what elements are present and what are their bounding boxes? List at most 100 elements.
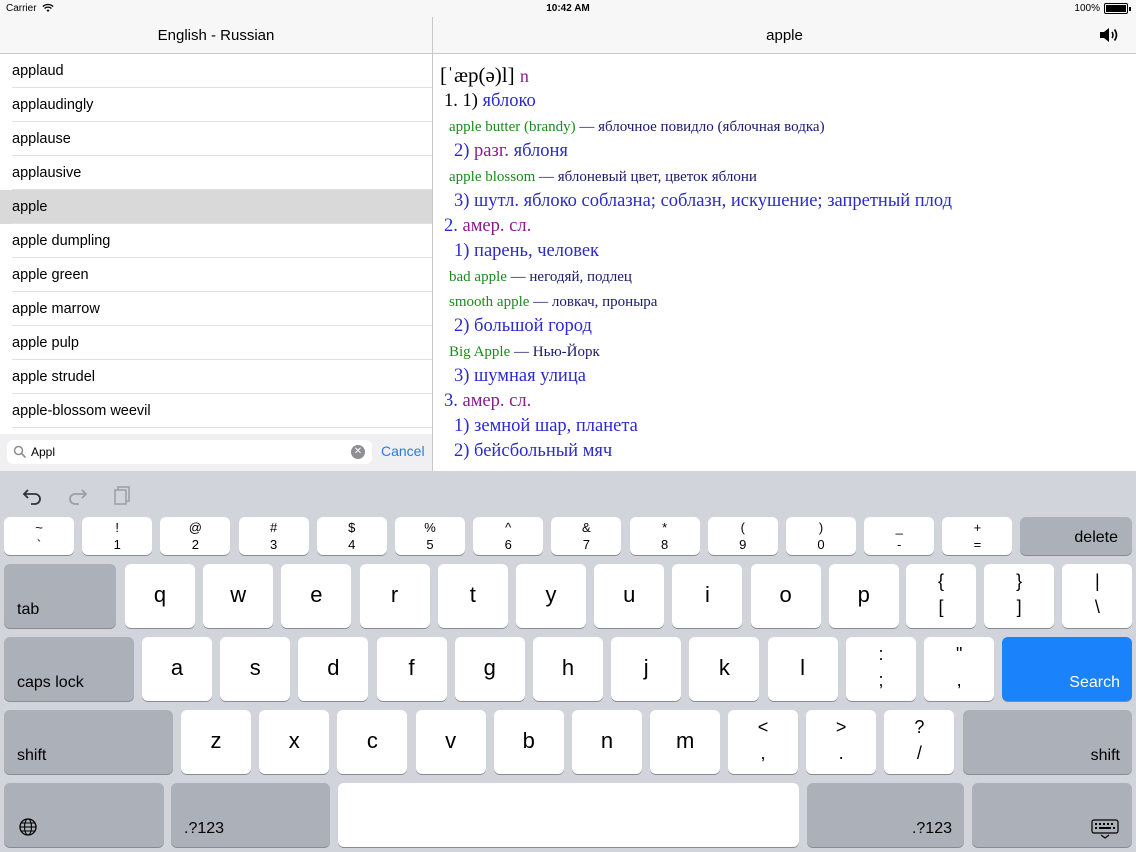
key-n[interactable]: n	[572, 710, 642, 774]
key-2[interactable]: @2	[160, 517, 231, 555]
key-p[interactable]: p	[828, 564, 899, 628]
word-list-item[interactable]: apple strudel	[0, 360, 432, 394]
key-a[interactable]: a	[142, 637, 212, 701]
key-`[interactable]: ~ `	[4, 517, 74, 555]
search-input[interactable]: Appl	[31, 445, 55, 459]
key-bracket-0[interactable]: {[	[906, 564, 976, 628]
shift-right-key[interactable]: shift	[963, 710, 1132, 774]
delete-key[interactable]: delete	[1020, 517, 1132, 555]
key-z[interactable]: z	[181, 710, 251, 774]
word-list-item[interactable]: apple pulp	[0, 326, 432, 360]
search-key[interactable]: Search	[1002, 637, 1132, 701]
key-h[interactable]: h	[533, 637, 603, 701]
key-c[interactable]: c	[337, 710, 408, 774]
dismiss-keyboard-key[interactable]	[972, 783, 1132, 847]
key-label: Search	[1069, 674, 1120, 691]
key-angle-0[interactable]: <,	[728, 710, 798, 774]
key-label-bottom: 6	[504, 537, 512, 552]
caps-lock-key[interactable]: caps lock	[4, 637, 134, 701]
key-l[interactable]: l	[767, 637, 838, 701]
globe-key[interactable]	[4, 783, 164, 847]
key-q[interactable]: q	[125, 564, 195, 628]
key-y[interactable]: y	[516, 564, 586, 628]
key--[interactable]: _ -	[864, 517, 935, 555]
usage-note: амер. сл.	[462, 391, 532, 411]
key-=[interactable]: + =	[942, 517, 1013, 555]
word-list-item[interactable]: apple green	[0, 258, 432, 292]
key-9[interactable]: (9	[707, 517, 778, 555]
word-list-item[interactable]: apple marrow	[0, 292, 432, 326]
transcription: [ˈæp(ə)l]	[440, 63, 515, 87]
shift-left-key[interactable]: shift	[4, 710, 173, 774]
key-label: a	[170, 655, 184, 680]
key-label: h	[561, 655, 575, 680]
numbers-key-right[interactable]: .?123	[807, 783, 964, 847]
key-u[interactable]: u	[594, 564, 665, 628]
key-label-top: <	[757, 717, 769, 737]
space-bar[interactable]	[338, 783, 799, 847]
keyboard-dismiss-icon	[1091, 819, 1119, 839]
key-3[interactable]: #3	[238, 517, 309, 555]
key-label: x	[288, 728, 300, 753]
key-angle-2[interactable]: ? /	[884, 710, 955, 774]
key-j[interactable]: j	[611, 637, 682, 701]
key-punct-0[interactable]: :;	[846, 637, 916, 701]
key-f[interactable]: f	[376, 637, 447, 701]
tab-key[interactable]: tab	[4, 564, 116, 628]
search-bar: Appl ✕ Cancel	[0, 434, 432, 471]
key-e[interactable]: e	[281, 564, 352, 628]
sense-number: 3.	[444, 391, 458, 411]
key-6[interactable]: ^ 6	[473, 517, 544, 555]
word-list-item[interactable]: applausive	[0, 156, 432, 190]
search-field[interactable]: Appl ✕	[7, 440, 372, 464]
key-punct-1[interactable]: ",	[924, 637, 995, 701]
key-angle-1[interactable]: >.	[806, 710, 877, 774]
word-list-item[interactable]: apple	[0, 190, 432, 224]
key-label: m	[676, 728, 695, 753]
key-b[interactable]: b	[493, 710, 564, 774]
key-label-top: *	[662, 520, 668, 535]
key-label: z	[210, 728, 222, 753]
paste-icon[interactable]	[112, 484, 134, 506]
key-8[interactable]: * 8	[629, 517, 700, 555]
key-7[interactable]: & 7	[551, 517, 622, 555]
key-0[interactable]: ) 0	[786, 517, 856, 555]
key-d[interactable]: d	[298, 637, 369, 701]
redo-icon[interactable]	[66, 484, 88, 506]
key-bracket-2[interactable]: | \	[1062, 564, 1133, 628]
word-list-item[interactable]: apple dumpling	[0, 224, 432, 258]
key-label-bottom: .	[838, 743, 844, 763]
key-label: delete	[1074, 529, 1118, 546]
cancel-button[interactable]: Cancel	[381, 443, 425, 459]
key-o[interactable]: o	[750, 564, 821, 628]
translation: большой город	[474, 316, 592, 336]
clear-search-icon[interactable]: ✕	[351, 445, 365, 459]
numbers-key-left[interactable]: .?123	[171, 783, 330, 847]
key-w[interactable]: w	[203, 564, 274, 628]
sense-number: 2)	[454, 316, 470, 336]
key-r[interactable]: r	[359, 564, 430, 628]
key-bracket-1[interactable]: }]	[984, 564, 1055, 628]
undo-icon[interactable]	[22, 484, 44, 506]
key-label: v	[445, 728, 457, 753]
key-v[interactable]: v	[415, 710, 486, 774]
key-i[interactable]: i	[672, 564, 743, 628]
key-t[interactable]: t	[437, 564, 508, 628]
key-x[interactable]: x	[259, 710, 330, 774]
key-g[interactable]: g	[454, 637, 525, 701]
key-label: o	[779, 582, 792, 607]
word-list-item[interactable]: applaudingly	[0, 88, 432, 122]
word-list-item[interactable]: apple-blossom weevil	[0, 394, 432, 428]
speaker-icon[interactable]	[1098, 25, 1120, 45]
key-label: d	[327, 655, 340, 680]
word-list: applaud applaudingly applause applausive app…	[0, 54, 432, 434]
key-m[interactable]: m	[650, 710, 721, 774]
key-s[interactable]: s	[220, 637, 291, 701]
word-list-item[interactable]: applaud	[0, 54, 432, 88]
word-list-item[interactable]: applause	[0, 122, 432, 156]
key-5[interactable]: % 5	[395, 517, 465, 555]
key-4[interactable]: $4	[316, 517, 387, 555]
example: Big Apple — Нью-Йорк	[449, 344, 600, 361]
key-1[interactable]: ! 1	[82, 517, 153, 555]
key-k[interactable]: k	[689, 637, 760, 701]
